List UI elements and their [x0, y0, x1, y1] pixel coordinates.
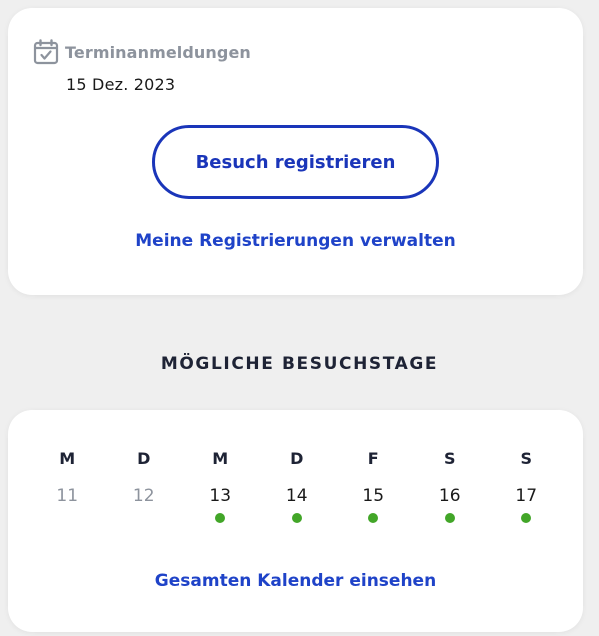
day-cell[interactable]: S 17	[488, 447, 565, 523]
registration-heading: Terminanmeldungen	[65, 42, 251, 62]
day-letter: S	[520, 449, 533, 468]
day-cell[interactable]: M 13	[182, 447, 259, 523]
day-number: 13	[209, 486, 232, 506]
week-strip: M 11 D 12 M 13 D 14 F 15 S 16 S 17	[29, 447, 565, 523]
day-letter: D	[137, 449, 151, 468]
day-number: 14	[285, 486, 308, 506]
day-cell[interactable]: F 15	[335, 447, 412, 523]
availability-dot	[291, 513, 302, 523]
day-number: 15	[362, 486, 385, 506]
day-number: 16	[438, 486, 461, 506]
full-calendar-link[interactable]: Gesamten Kalender einsehen	[8, 571, 583, 591]
availability-dot	[215, 513, 226, 523]
availability-dot	[368, 513, 379, 523]
day-number: 12	[132, 486, 155, 506]
registration-header: Terminanmeldungen	[33, 39, 251, 65]
day-letter: D	[290, 449, 304, 468]
day-cell[interactable]: S 16	[412, 447, 489, 523]
day-letter: M	[212, 449, 229, 468]
visit-days-card: M 11 D 12 M 13 D 14 F 15 S 16 S 17 Gesam…	[8, 410, 583, 632]
availability-dot	[139, 513, 149, 523]
day-letter: F	[367, 449, 379, 468]
day-number: 11	[56, 486, 79, 506]
registration-date: 15 Dez. 2023	[66, 75, 176, 94]
day-letter: M	[59, 449, 76, 468]
day-letter: S	[443, 449, 456, 468]
register-visit-button[interactable]: Besuch registrieren	[152, 125, 439, 199]
day-cell[interactable]: D 14	[259, 447, 336, 523]
manage-registrations-link[interactable]: Meine Registrierungen verwalten	[8, 231, 583, 251]
day-cell: M 11	[29, 447, 106, 523]
visit-days-title: MÖGLICHE BESUCHSTAGE	[160, 354, 439, 374]
registration-card: Terminanmeldungen 15 Dez. 2023 Besuch re…	[8, 8, 583, 295]
availability-dot	[444, 513, 455, 523]
availability-dot	[62, 513, 72, 523]
day-number: 17	[515, 486, 538, 506]
calendar-check-icon	[33, 39, 59, 65]
availability-dot	[521, 513, 532, 523]
day-cell: D 12	[106, 447, 183, 523]
